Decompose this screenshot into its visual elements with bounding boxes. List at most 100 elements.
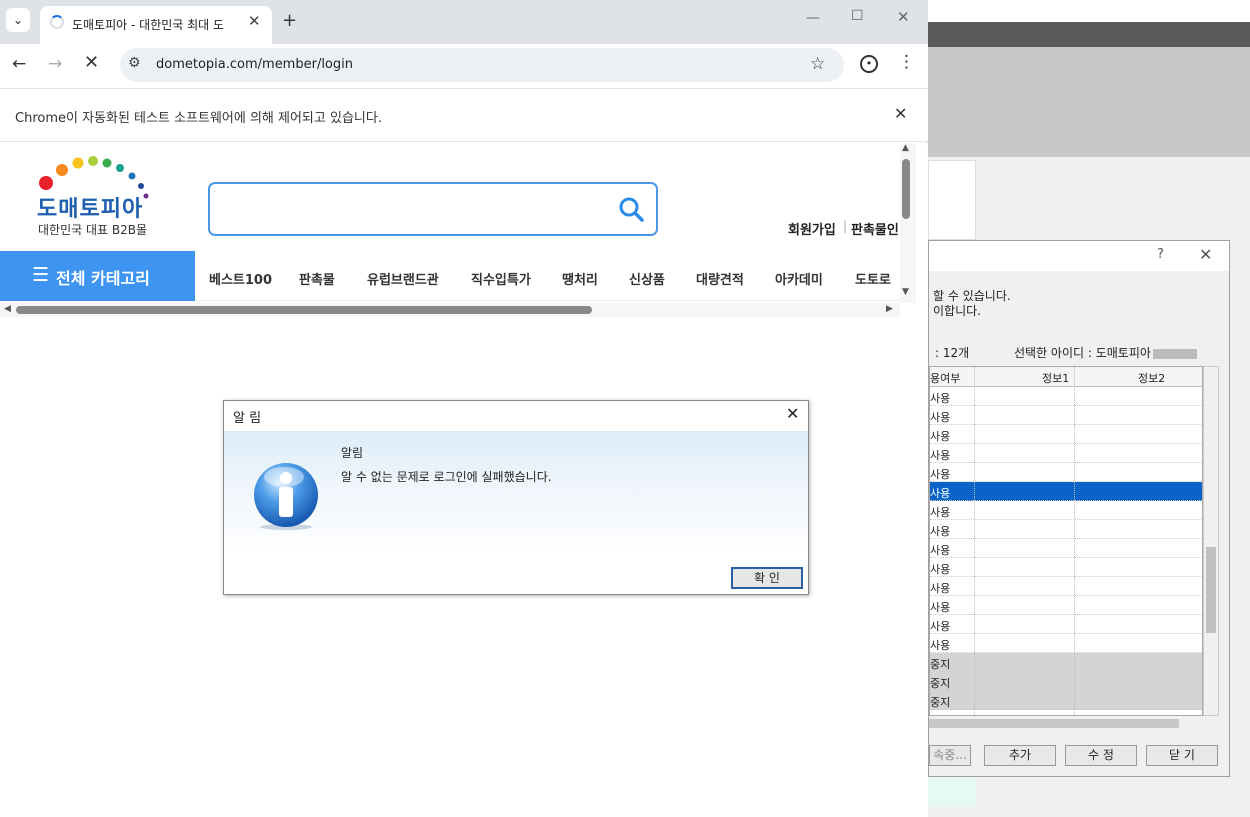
close-icon[interactable]: ✕ bbox=[1199, 245, 1212, 264]
table-row[interactable]: 중지 bbox=[930, 672, 1202, 691]
ok-button[interactable]: 확 인 bbox=[731, 567, 803, 589]
table-row[interactable]: 사용 bbox=[930, 444, 1202, 463]
row-status: 사용 bbox=[930, 430, 951, 443]
background-grey-area bbox=[928, 47, 1250, 157]
bookmark-star-icon[interactable]: ☆ bbox=[810, 54, 825, 74]
window-close-icon[interactable]: ✕ bbox=[897, 8, 910, 26]
address-bar[interactable]: ⚙ dometopia.com/member/login ☆ bbox=[120, 48, 844, 82]
search-icon[interactable] bbox=[618, 196, 644, 222]
site-logo[interactable]: 도매토피아 bbox=[37, 191, 143, 223]
table-row[interactable]: 사용 bbox=[930, 387, 1202, 406]
add-button[interactable]: 추가 bbox=[984, 745, 1056, 766]
nav-item-clearance[interactable]: 땡처리 bbox=[562, 269, 598, 288]
background-top-strip bbox=[928, 0, 1250, 22]
close-button[interactable]: 닫 기 bbox=[1146, 745, 1218, 766]
infobar-close-icon[interactable]: ✕ bbox=[894, 104, 907, 123]
background-dark-bar bbox=[928, 22, 1250, 47]
col-header-status[interactable]: 용여부 bbox=[930, 370, 960, 386]
background-mint-patch bbox=[928, 777, 976, 807]
url-text[interactable]: dometopia.com/member/login bbox=[156, 57, 353, 72]
row-status: 사용 bbox=[930, 582, 951, 595]
main-nav: 베스트100 판촉물 유럽브랜드관 직수입특가 땡처리 신상품 대량견적 아카데… bbox=[195, 251, 900, 301]
nav-item-best100[interactable]: 베스트100 bbox=[209, 269, 272, 288]
all-categories-button[interactable]: ☰ 전체 카테고리 bbox=[0, 251, 195, 301]
table-row[interactable]: 사용 bbox=[930, 482, 1202, 501]
table-row[interactable]: 사용 bbox=[930, 615, 1202, 634]
nav-item-new[interactable]: 신상품 bbox=[629, 269, 665, 288]
grid-horizontal-scrollbar[interactable] bbox=[929, 716, 1203, 731]
scroll-thumb[interactable] bbox=[1206, 547, 1216, 633]
automation-infobar: Chrome이 자동화된 테스트 소프트웨어에 의해 제어되고 있습니다. ✕ bbox=[0, 88, 928, 142]
table-row[interactable]: 사용 bbox=[930, 558, 1202, 577]
connect-button[interactable]: 속중... bbox=[929, 745, 971, 766]
table-row[interactable]: 중지 bbox=[930, 691, 1202, 710]
row-status: 중지 bbox=[930, 696, 951, 709]
nav-item-dotoro[interactable]: 도토로 bbox=[855, 269, 891, 288]
nav-item-promo[interactable]: 판촉물 bbox=[299, 269, 335, 288]
nav-item-euro-brand[interactable]: 유럽브랜드관 bbox=[367, 269, 439, 288]
table-row[interactable]: 사용 bbox=[930, 501, 1202, 520]
tab-strip: ⌄ 도매토피아 - 대한민국 최대 도 ✕ + — ☐ ✕ bbox=[0, 0, 928, 44]
grid-divider bbox=[974, 367, 975, 715]
table-row[interactable]: 중지 bbox=[930, 653, 1202, 672]
row-status: 사용 bbox=[930, 544, 951, 557]
table-row[interactable]: 사용 bbox=[930, 406, 1202, 425]
scroll-thumb[interactable] bbox=[929, 719, 1179, 728]
info-icon bbox=[254, 463, 318, 530]
account-count: : 12개 bbox=[935, 346, 970, 360]
site-settings-icon[interactable]: ⚙ bbox=[128, 55, 141, 71]
nav-item-bulk-quote[interactable]: 대량견적 bbox=[696, 269, 744, 288]
back-icon[interactable]: ← bbox=[12, 54, 26, 74]
row-status: 사용 bbox=[930, 620, 951, 633]
row-status: 사용 bbox=[930, 525, 951, 538]
forward-icon[interactable]: → bbox=[48, 54, 62, 74]
scroll-up-icon[interactable]: ▲ bbox=[902, 143, 909, 153]
table-row[interactable]: 사용 bbox=[930, 425, 1202, 444]
seller-link[interactable]: 판촉물인 bbox=[851, 219, 899, 238]
logo-tagline: 대한민국 대표 B2B몰 bbox=[38, 223, 148, 237]
table-row[interactable]: 사용 bbox=[930, 520, 1202, 539]
menu-icon[interactable]: ⋮ bbox=[898, 52, 915, 72]
new-tab-icon[interactable]: + bbox=[282, 10, 297, 31]
minimize-icon[interactable]: — bbox=[806, 10, 820, 26]
profile-icon[interactable]: • bbox=[860, 55, 878, 73]
table-row[interactable]: 사용 bbox=[930, 539, 1202, 558]
nav-item-academy[interactable]: 아카데미 bbox=[775, 269, 823, 288]
col-header-info2[interactable]: 정보2 bbox=[1138, 370, 1165, 386]
nav-item-import-deal[interactable]: 직수입특가 bbox=[471, 269, 531, 288]
col-header-info1[interactable]: 정보1 bbox=[1042, 370, 1069, 386]
table-row[interactable]: 사용 bbox=[930, 463, 1202, 482]
grid-vertical-scrollbar[interactable] bbox=[1203, 366, 1219, 716]
tab-search-icon[interactable]: ⌄ bbox=[6, 8, 30, 32]
edit-button[interactable]: 수 정 bbox=[1065, 745, 1137, 766]
maximize-icon[interactable]: ☐ bbox=[851, 8, 864, 24]
stop-loading-icon[interactable]: ✕ bbox=[84, 52, 99, 73]
scroll-thumb[interactable] bbox=[16, 306, 592, 314]
table-row[interactable]: 사용 bbox=[930, 596, 1202, 615]
row-status: 사용 bbox=[930, 392, 951, 405]
page-vertical-scrollbar[interactable]: ▲ ▼ bbox=[900, 143, 916, 303]
all-categories-label: 전체 카테고리 bbox=[56, 269, 150, 288]
active-tab[interactable]: 도매토피아 - 대한민국 최대 도 ✕ bbox=[40, 6, 272, 44]
row-status: 사용 bbox=[930, 411, 951, 424]
row-status: 사용 bbox=[930, 487, 951, 500]
grid-header: 용여부 정보1 정보2 bbox=[930, 367, 1202, 387]
tab-title: 도매토피아 - 대한민국 최대 도 bbox=[72, 18, 225, 32]
account-grid[interactable]: 용여부 정보1 정보2 사용 사용 사용 사용 사용 사용 사용 사용 사용 사용 사용 사용 사용 사용… bbox=[929, 366, 1203, 716]
account-manager-dialog: ? ✕ 할 수 있습니다. 이합니다. : 12개 선택한 아이디 : 도매토피… bbox=[928, 240, 1230, 777]
tab-close-icon[interactable]: ✕ bbox=[248, 12, 261, 30]
join-link[interactable]: 회원가입 bbox=[788, 219, 836, 238]
alert-close-icon[interactable]: ✕ bbox=[786, 404, 799, 423]
scroll-right-icon[interactable]: ▶ bbox=[886, 304, 893, 314]
scroll-down-icon[interactable]: ▼ bbox=[902, 287, 909, 297]
help-icon[interactable]: ? bbox=[1157, 247, 1164, 262]
search-input[interactable] bbox=[208, 182, 658, 236]
table-row[interactable]: 사용 bbox=[930, 577, 1202, 596]
automation-notice: Chrome이 자동화된 테스트 소프트웨어에 의해 제어되고 있습니다. bbox=[15, 111, 382, 126]
row-status: 사용 bbox=[930, 601, 951, 614]
page-horizontal-scrollbar[interactable]: ◀ ▶ bbox=[0, 303, 900, 317]
table-row[interactable]: 사용 bbox=[930, 634, 1202, 653]
scroll-left-icon[interactable]: ◀ bbox=[4, 304, 11, 314]
row-status: 중지 bbox=[930, 677, 951, 690]
scroll-thumb[interactable] bbox=[902, 159, 910, 219]
